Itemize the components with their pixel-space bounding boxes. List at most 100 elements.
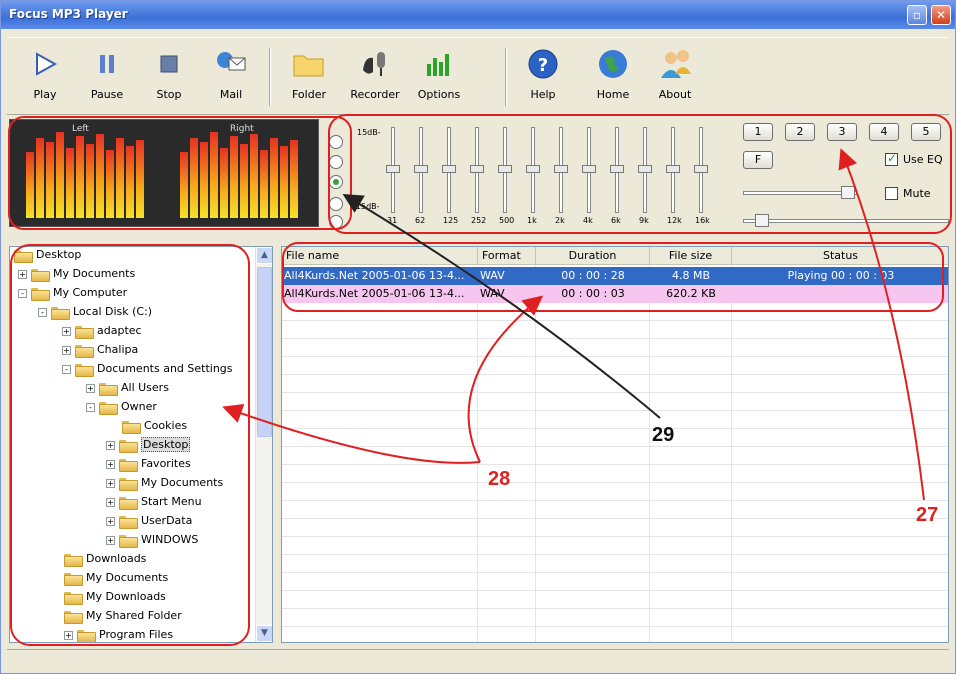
eq-band-slider[interactable] <box>581 127 597 215</box>
column-header[interactable]: File size <box>650 247 732 265</box>
column-header[interactable]: Duration <box>536 247 650 265</box>
home-button[interactable]: Home <box>585 44 641 110</box>
tree-node[interactable]: + Start Menu <box>106 493 202 511</box>
tree-node[interactable]: My Shared Folder <box>64 607 182 625</box>
eq-preset-button[interactable]: 3 <box>827 123 857 141</box>
eq-band-thumb[interactable] <box>694 165 708 173</box>
expand-icon[interactable]: + <box>106 516 115 526</box>
eq-band-thumb[interactable] <box>582 165 596 173</box>
tree-scrollbar[interactable]: ▲ ▼ <box>255 247 272 642</box>
table-row[interactable]: All4Kurds.Net 2005-01-06 13-4... WAV 00 : … <box>282 285 948 303</box>
expand-icon[interactable]: + <box>106 535 115 545</box>
collapse-icon[interactable]: - <box>18 288 27 298</box>
tree-node[interactable]: My Downloads <box>64 588 166 606</box>
expand-icon[interactable]: + <box>18 269 27 279</box>
collapse-icon[interactable]: - <box>38 307 47 317</box>
eq-band-thumb[interactable] <box>610 165 624 173</box>
options-button[interactable]: Options <box>411 44 467 110</box>
tree-node[interactable]: Downloads <box>64 550 146 568</box>
eq-band-thumb[interactable] <box>498 165 512 173</box>
eq-band-thumb[interactable] <box>526 165 540 173</box>
tree-node[interactable]: Desktop <box>14 247 81 264</box>
eq-radio-3[interactable] <box>329 197 343 211</box>
pause-button[interactable]: Pause <box>79 44 135 110</box>
eq-band-slider[interactable] <box>665 127 681 215</box>
column-header[interactable]: Format <box>478 247 536 265</box>
stop-button[interactable]: Stop <box>141 44 197 110</box>
column-header[interactable]: File name <box>282 247 478 265</box>
balance-slider-thumb[interactable] <box>755 214 769 227</box>
eq-band-slider[interactable] <box>441 127 457 215</box>
eq-band-slider[interactable] <box>525 127 541 215</box>
eq-band-slider[interactable] <box>413 127 429 215</box>
recorder-button[interactable]: Recorder <box>347 44 403 110</box>
tree-node[interactable]: + Chalipa <box>62 341 138 359</box>
expand-icon[interactable]: + <box>106 478 115 488</box>
tree-node[interactable]: + UserData <box>106 512 192 530</box>
expand-icon[interactable]: + <box>64 630 73 640</box>
eq-band-thumb[interactable] <box>554 165 568 173</box>
eq-band-slider[interactable] <box>609 127 625 215</box>
collapse-icon[interactable]: - <box>86 402 95 412</box>
eq-preset-button[interactable]: 4 <box>869 123 899 141</box>
eq-band-thumb[interactable] <box>414 165 428 173</box>
scroll-up-button[interactable]: ▲ <box>256 247 272 264</box>
tree-node[interactable]: My Documents <box>64 569 168 587</box>
mail-button[interactable]: Mail <box>203 44 259 110</box>
title-bar[interactable]: Focus MP3 Player ▫ ✕ <box>1 1 955 29</box>
tree-node[interactable]: + adaptec <box>62 322 142 340</box>
scroll-thumb[interactable] <box>257 267 272 437</box>
balance-slider[interactable] <box>743 213 949 229</box>
eq-band-thumb[interactable] <box>638 165 652 173</box>
tree-node[interactable]: + My Documents <box>106 474 223 492</box>
collapse-icon[interactable]: - <box>62 364 71 374</box>
volume-slider-thumb[interactable] <box>841 186 855 199</box>
tree-node[interactable]: - Documents and Settings <box>62 360 233 378</box>
eq-preset-button[interactable]: 2 <box>785 123 815 141</box>
eq-radio-0[interactable] <box>329 135 343 149</box>
eq-band-thumb[interactable] <box>442 165 456 173</box>
eq-preset-button[interactable]: 5 <box>911 123 941 141</box>
play-button[interactable]: Play <box>17 44 73 110</box>
folder-button[interactable]: Folder <box>281 44 337 110</box>
eq-band-thumb[interactable] <box>386 165 400 173</box>
expand-icon[interactable]: + <box>86 383 95 393</box>
eq-band-slider[interactable] <box>637 127 653 215</box>
tree-node[interactable]: - My Computer <box>18 284 127 302</box>
restore-button[interactable]: ▫ <box>907 5 927 25</box>
expand-icon[interactable]: + <box>106 497 115 507</box>
eq-band-slider[interactable] <box>693 127 709 215</box>
expand-icon[interactable]: + <box>106 440 115 450</box>
tree-node[interactable]: + WINDOWS <box>106 531 198 549</box>
tree-node[interactable]: + Desktop <box>106 436 191 454</box>
eq-band-slider[interactable] <box>469 127 485 215</box>
scroll-down-button[interactable]: ▼ <box>256 625 272 642</box>
eq-band-slider[interactable] <box>385 127 401 215</box>
tree-node[interactable]: - Local Disk (C:) <box>38 303 152 321</box>
close-button[interactable]: ✕ <box>931 5 951 25</box>
eq-band-thumb[interactable] <box>470 165 484 173</box>
about-button[interactable]: About <box>647 44 703 110</box>
eq-f-button[interactable]: F <box>743 151 773 169</box>
volume-slider[interactable] <box>743 185 857 201</box>
tree-node[interactable]: + Program Files <box>64 626 173 642</box>
eq-band-slider[interactable] <box>497 127 513 215</box>
mute-checkbox[interactable] <box>885 187 898 200</box>
column-header[interactable]: Status <box>732 247 948 265</box>
expand-icon[interactable]: + <box>62 326 71 336</box>
eq-radio-1[interactable] <box>329 155 343 169</box>
tree-node[interactable]: - Owner <box>86 398 157 416</box>
expand-icon[interactable]: + <box>106 459 115 469</box>
tree-node[interactable]: Cookies <box>122 417 187 435</box>
eq-preset-button[interactable]: 1 <box>743 123 773 141</box>
tree-node[interactable]: + Favorites <box>106 455 191 473</box>
eq-band-slider[interactable] <box>553 127 569 215</box>
tree-node[interactable]: + My Documents <box>18 265 135 283</box>
eq-radio-2[interactable] <box>329 175 343 189</box>
tree-node[interactable]: + All Users <box>86 379 169 397</box>
use-eq-checkbox[interactable] <box>885 151 898 166</box>
expand-icon[interactable]: + <box>62 345 71 355</box>
eq-radio-4[interactable] <box>329 215 343 229</box>
help-button[interactable]: ? Help <box>515 44 571 110</box>
eq-band-thumb[interactable] <box>666 165 680 173</box>
